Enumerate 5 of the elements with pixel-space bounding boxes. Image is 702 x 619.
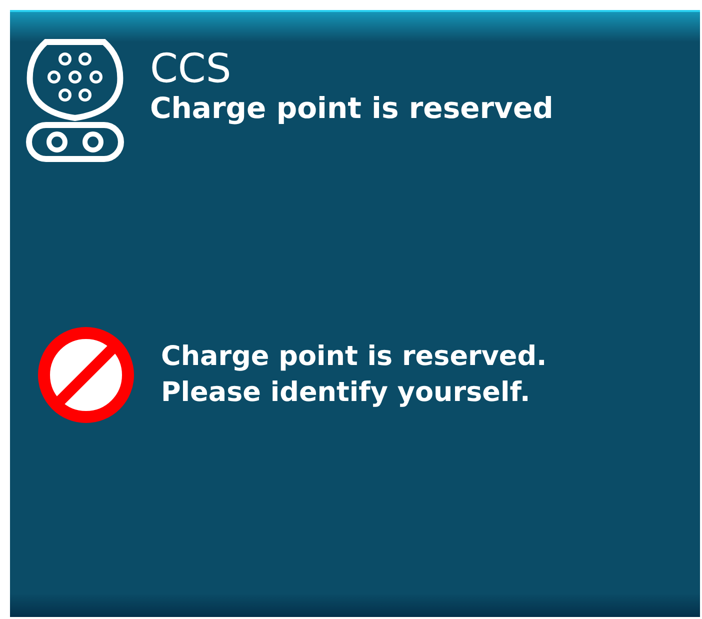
connector-title: CCS (150, 46, 232, 92)
connector-icon (26, 38, 124, 162)
status-text: Charge point is reserved (150, 92, 554, 124)
prohibited-icon (37, 326, 135, 424)
message-text: Charge point is reserved. Please identify yourself. (161, 340, 547, 410)
